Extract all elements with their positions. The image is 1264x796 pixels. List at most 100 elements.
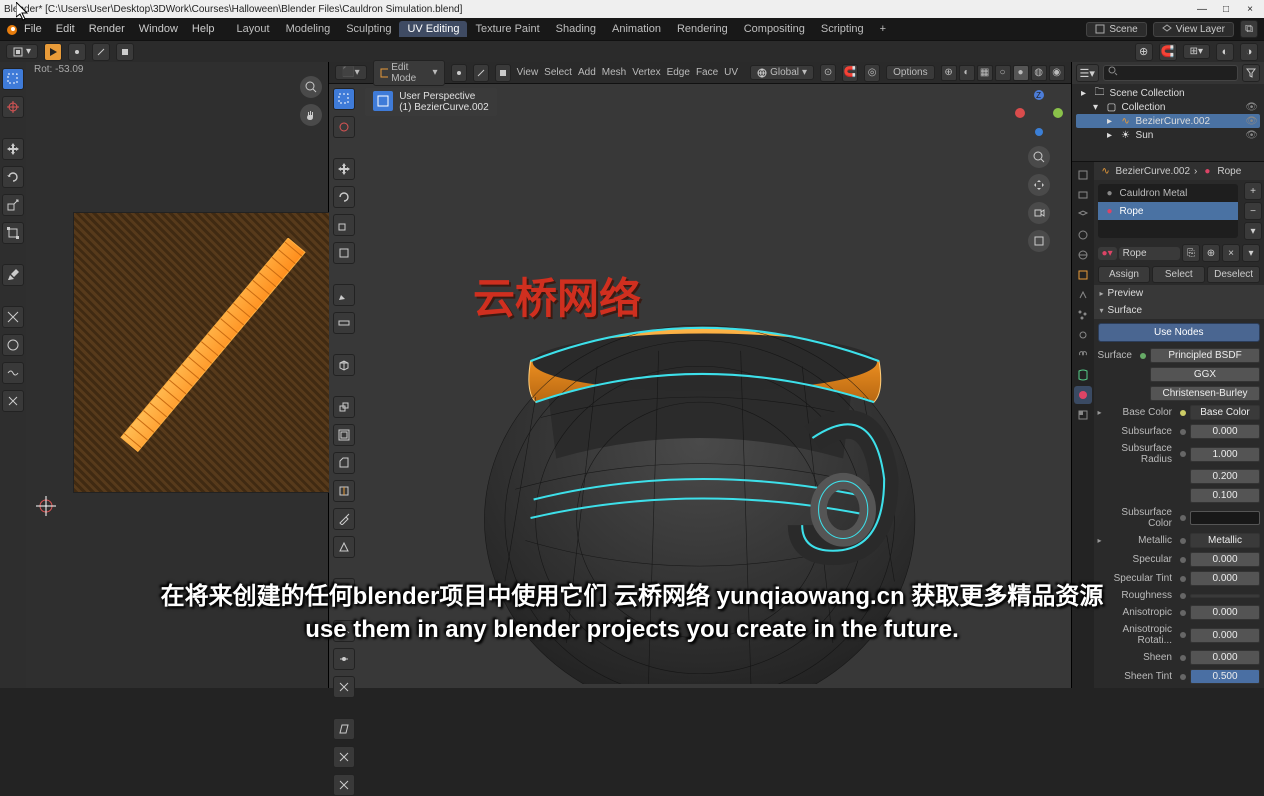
outliner-tree[interactable]: ▸ 🗀 Scene Collection ▾ ▢ Collection 👁 ▸ … xyxy=(1072,84,1264,161)
tab-viewlayer-icon[interactable] xyxy=(1074,206,1092,224)
uv-tool-move[interactable] xyxy=(2,138,24,160)
tab-add[interactable]: + xyxy=(872,21,894,37)
mat-name-field[interactable]: Rope xyxy=(1119,247,1180,260)
3d-viewport-canvas[interactable] xyxy=(365,110,1034,684)
gizmo-toggle-icon[interactable]: ⊕ xyxy=(941,65,957,81)
sss-method-dropdown[interactable]: Christensen-Burley xyxy=(1150,386,1260,401)
mat-new-button[interactable]: ⊕ xyxy=(1202,244,1220,262)
panel-surface[interactable]: Surface xyxy=(1094,302,1264,319)
editor-type-dropdown[interactable]: ▾ xyxy=(6,44,38,59)
uv-overlay-toggle-icon[interactable]: ◑ xyxy=(1240,43,1258,61)
expand-icon[interactable]: ▾ xyxy=(1090,101,1102,113)
visibility-icon[interactable]: 👁 xyxy=(1245,102,1258,113)
mat-nodeview-icon[interactable]: ▾ xyxy=(1242,244,1260,262)
material-slot-1[interactable]: ● Rope xyxy=(1098,202,1238,220)
aniso-rot-field[interactable]: 0.000 xyxy=(1190,628,1260,643)
vp-tool-scale[interactable] xyxy=(333,214,355,236)
expand-icon[interactable]: ▸ xyxy=(1104,115,1116,127)
vp-tool-spin[interactable] xyxy=(333,578,355,600)
viewlayer-new-icon[interactable]: ⧉ xyxy=(1240,20,1258,38)
editor-type-dropdown-3d[interactable]: ⬛▾ xyxy=(335,65,366,80)
tab-scripting[interactable]: Scripting xyxy=(813,21,872,37)
mat-specials-icon[interactable]: ▾ xyxy=(1244,222,1262,240)
vp-menu-uv[interactable]: UV xyxy=(724,67,738,78)
uv-canvas[interactable] xyxy=(73,212,343,493)
tree-item-sun[interactable]: ▸ ☀ Sun 👁 xyxy=(1076,128,1260,142)
uv-display-channels-icon[interactable]: ◐ xyxy=(1216,43,1234,61)
mode-dropdown[interactable]: Edit Mode ▾ xyxy=(373,60,445,86)
expand-icon[interactable]: ▸ xyxy=(1104,129,1116,141)
remove-mat-slot-button[interactable]: − xyxy=(1244,202,1262,220)
overlay-toggle-icon[interactable]: ◐ xyxy=(959,65,975,81)
tab-compositing[interactable]: Compositing xyxy=(736,21,813,37)
uv-tool-rip[interactable] xyxy=(2,306,24,328)
tab-material-icon[interactable] xyxy=(1074,386,1092,404)
assign-button[interactable]: Assign xyxy=(1098,266,1151,283)
select-mode-face[interactable] xyxy=(495,64,511,82)
menu-edit[interactable]: Edit xyxy=(50,21,81,37)
tab-texture-icon[interactable] xyxy=(1074,406,1092,424)
orientation-dropdown[interactable]: Global ▾ xyxy=(750,65,814,80)
use-nodes-button[interactable]: Use Nodes xyxy=(1098,323,1260,342)
socket-dot-icon[interactable] xyxy=(1180,610,1186,616)
select-button[interactable]: Select xyxy=(1152,266,1205,283)
visibility-icon[interactable]: 👁 xyxy=(1245,116,1258,127)
vp-menu-face[interactable]: Face xyxy=(696,67,718,78)
vp-tool-shear[interactable] xyxy=(333,718,355,740)
add-mat-slot-button[interactable]: + xyxy=(1244,182,1262,200)
vp-tool-addcube[interactable] xyxy=(333,354,355,376)
panel-preview[interactable]: Preview xyxy=(1094,285,1264,302)
visibility-icon[interactable]: 👁 xyxy=(1245,130,1258,141)
vp-tool-rip[interactable] xyxy=(333,746,355,768)
mat-user-count-icon[interactable]: ⎘ xyxy=(1182,244,1200,262)
tab-output-icon[interactable] xyxy=(1074,186,1092,204)
vp-menu-edge[interactable]: Edge xyxy=(667,67,690,78)
distribution-dropdown[interactable]: GGX xyxy=(1150,367,1260,382)
socket-dot-icon[interactable] xyxy=(1180,576,1186,582)
tab-layout[interactable]: Layout xyxy=(229,21,278,37)
tab-sculpting[interactable]: Sculpting xyxy=(338,21,399,37)
shading-wire-icon[interactable]: ○ xyxy=(995,65,1011,81)
vp-menu-vertex[interactable]: Vertex xyxy=(632,67,660,78)
snap-toggle-icon[interactable]: 🧲 xyxy=(842,64,858,82)
specular-field[interactable]: 0.000 xyxy=(1190,552,1260,567)
tab-uv-editing[interactable]: UV Editing xyxy=(399,21,467,37)
mat-unlink-button[interactable]: × xyxy=(1222,244,1240,262)
uv-tool-select[interactable] xyxy=(2,68,24,90)
vp-tool-edgeslide[interactable] xyxy=(333,648,355,670)
outliner-search[interactable] xyxy=(1103,65,1238,81)
uv-snap-toggle-icon[interactable]: 🧲 xyxy=(1159,43,1177,61)
menu-file[interactable]: File xyxy=(18,21,48,37)
uv-tool-pinch[interactable] xyxy=(2,390,24,412)
window-max[interactable]: □ xyxy=(1216,4,1236,15)
uv-pivot-center-icon[interactable]: ⊕ xyxy=(1135,43,1153,61)
specular-tint-field[interactable]: 0.000 xyxy=(1190,571,1260,586)
vp-tool-extrude[interactable] xyxy=(333,396,355,418)
vp-tool-rip-edge[interactable] xyxy=(333,774,355,796)
mat-browse-button[interactable]: ●▾ xyxy=(1098,247,1117,260)
vp-menu-view[interactable]: View xyxy=(517,67,539,78)
sheen-tint-field[interactable]: 0.500 xyxy=(1190,669,1260,684)
shading-rendered-icon[interactable]: ◉ xyxy=(1049,65,1065,81)
socket-dot-icon[interactable] xyxy=(1180,451,1186,457)
tree-scene-collection[interactable]: ▸ 🗀 Scene Collection xyxy=(1076,86,1260,100)
tab-rendering[interactable]: Rendering xyxy=(669,21,736,37)
uv-tool-annotate[interactable] xyxy=(2,264,24,286)
socket-dot-icon[interactable] xyxy=(1180,632,1186,638)
axis-y-icon[interactable] xyxy=(1053,108,1063,118)
vp-tool-smooth[interactable] xyxy=(333,620,355,642)
uv-tool-cursor[interactable] xyxy=(2,96,24,118)
uv-select-mode-edge[interactable] xyxy=(92,43,110,61)
outliner-type-dropdown[interactable]: ☰▾ xyxy=(1076,64,1099,82)
roughness-field[interactable] xyxy=(1190,594,1260,598)
tab-render-icon[interactable] xyxy=(1074,166,1092,184)
vp-tool-cursor[interactable] xyxy=(333,116,355,138)
vp-tool-inset[interactable] xyxy=(333,424,355,446)
socket-dot-icon[interactable] xyxy=(1180,674,1186,680)
select-mode-vertex[interactable] xyxy=(451,64,467,82)
menu-render[interactable]: Render xyxy=(83,21,131,37)
tab-particles-icon[interactable] xyxy=(1074,306,1092,324)
socket-dot-icon[interactable] xyxy=(1180,557,1186,563)
surface-shader-dropdown[interactable]: Principled BSDF xyxy=(1150,348,1260,363)
vp-tool-annotate[interactable] xyxy=(333,284,355,306)
